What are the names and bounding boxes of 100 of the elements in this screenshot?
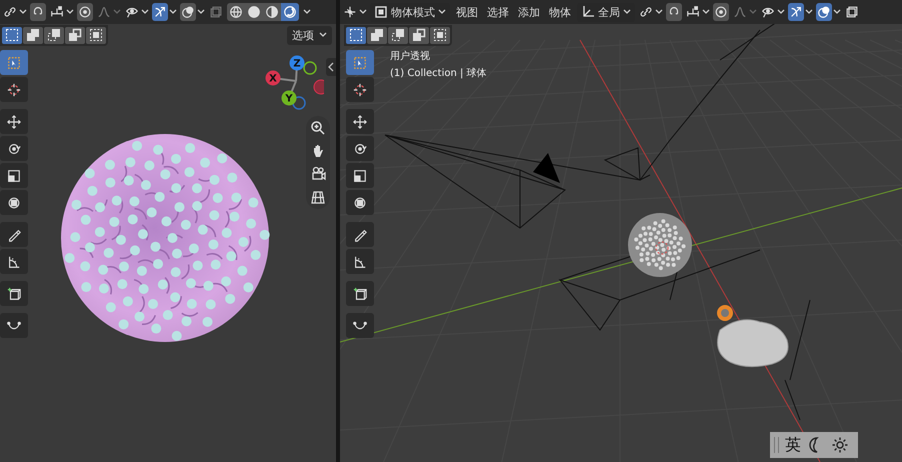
selection-mode-button[interactable] (388, 26, 408, 44)
collapse-tab[interactable] (326, 58, 336, 76)
cursor-tool[interactable] (346, 77, 374, 102)
rotate-tool[interactable] (346, 136, 374, 161)
transform-tool[interactable] (346, 190, 374, 215)
scale-tool[interactable] (0, 163, 28, 188)
xray-icon (209, 5, 223, 19)
measure-tool[interactable] (346, 249, 374, 274)
transform-icon (7, 196, 21, 210)
link-icon (3, 5, 17, 19)
shading-button[interactable] (263, 3, 281, 21)
grid-icon[interactable] (310, 189, 326, 205)
solid-sphere-icon (247, 5, 261, 19)
annotate-tool[interactable] (0, 222, 28, 247)
select-box-icon (7, 56, 21, 70)
snap-button[interactable] (666, 3, 682, 21)
select-box-icon (353, 56, 367, 70)
selection-mode-icon (26, 28, 40, 42)
wireframe-sphere-icon (229, 5, 243, 19)
add-cube-icon (7, 286, 21, 300)
selection-mode-icon (391, 28, 405, 42)
measure-tool[interactable] (0, 249, 28, 274)
selection-mode-button[interactable] (65, 26, 85, 44)
object-origin-marker (717, 305, 733, 321)
collection-info: (1) Collection | 球体 (390, 66, 487, 80)
pencil-icon (353, 228, 367, 242)
move-icon (7, 114, 21, 128)
selection-mode-icon (47, 28, 61, 42)
rock-object-drawing (717, 319, 788, 368)
triangle-marker (533, 153, 560, 183)
selection-mode-button[interactable] (23, 26, 43, 44)
gizmo-button[interactable] (788, 3, 804, 21)
overlay-icon (817, 5, 831, 19)
chevron-icon (303, 9, 311, 15)
selection-mode-icon (349, 28, 363, 42)
chevron-icon (623, 9, 631, 15)
xray-icon (845, 5, 859, 19)
rotate-icon (353, 142, 367, 156)
annotate-tool[interactable] (346, 222, 374, 247)
move-tool[interactable] (346, 109, 374, 134)
view-name: 用户透视 (390, 50, 431, 63)
move-tool[interactable] (0, 109, 28, 134)
grip-handle[interactable] (774, 437, 779, 453)
cursor-icon (353, 82, 367, 96)
axes-icon (581, 5, 595, 19)
chevron-left-icon (328, 62, 334, 72)
scale-icon (7, 168, 21, 182)
selection-mode-button[interactable] (2, 26, 22, 44)
curve-tool[interactable] (0, 313, 28, 338)
selection-mode-icon (433, 28, 447, 42)
proportional-button[interactable] (713, 3, 729, 21)
rotate-tool[interactable] (0, 136, 28, 161)
material-sphere-icon (265, 5, 279, 19)
chevron-icon (319, 32, 327, 38)
ruler-icon (353, 254, 367, 268)
curve-tool[interactable] (346, 313, 374, 338)
options-dropdown[interactable]: 选项 (287, 26, 332, 44)
pencil-icon (7, 228, 21, 242)
transform-icon (353, 196, 367, 210)
shading-button[interactable] (227, 3, 245, 21)
gizmo-icon (789, 5, 803, 19)
camera-icon[interactable] (310, 166, 326, 182)
move-icon (353, 114, 367, 128)
selection-mode-button[interactable] (346, 26, 366, 44)
rotate-icon (7, 142, 21, 156)
gizmo-button[interactable] (152, 3, 168, 21)
object-mode-icon (374, 5, 388, 19)
menu-item[interactable]: 添加 (515, 2, 543, 22)
selection-mode-button[interactable] (367, 26, 387, 44)
overlay-button[interactable] (816, 3, 832, 21)
add-cube-tool[interactable] (346, 281, 374, 306)
scale-icon (353, 168, 367, 182)
selection-mode-button[interactable] (44, 26, 64, 44)
selection-mode-button[interactable] (430, 26, 450, 44)
proportional-button[interactable] (77, 3, 93, 21)
mode-label: 物体模式 (391, 4, 435, 20)
settings-icon[interactable] (831, 436, 849, 454)
ruler-icon (7, 254, 21, 268)
cursor-tool[interactable] (0, 77, 28, 102)
selection-mode-button[interactable] (86, 26, 106, 44)
snap-target-icon (686, 5, 700, 19)
zoom-icon[interactable] (310, 120, 326, 136)
transform-tool[interactable] (0, 190, 28, 215)
shading-button[interactable] (281, 3, 299, 21)
overlay-button[interactable] (180, 3, 196, 21)
small-sphere-drawing (628, 213, 692, 277)
language-toggle[interactable]: 英 (785, 434, 801, 456)
menu-item[interactable]: 视图 (453, 2, 481, 22)
add-cube-tool[interactable] (0, 281, 28, 306)
snap-button[interactable] (30, 3, 46, 21)
scale-tool[interactable] (346, 163, 374, 188)
snap-target-icon (50, 5, 64, 19)
eye-icon (125, 5, 139, 19)
target-circle-icon (714, 5, 728, 19)
menu-item[interactable]: 物体 (546, 2, 574, 22)
add-cube-icon (353, 286, 367, 300)
axis-gizmo[interactable]: Z X Y (260, 46, 324, 112)
menu-item[interactable]: 选择 (484, 2, 512, 22)
selection-mode-icon (68, 28, 82, 42)
selection-mode-button[interactable] (409, 26, 429, 44)
